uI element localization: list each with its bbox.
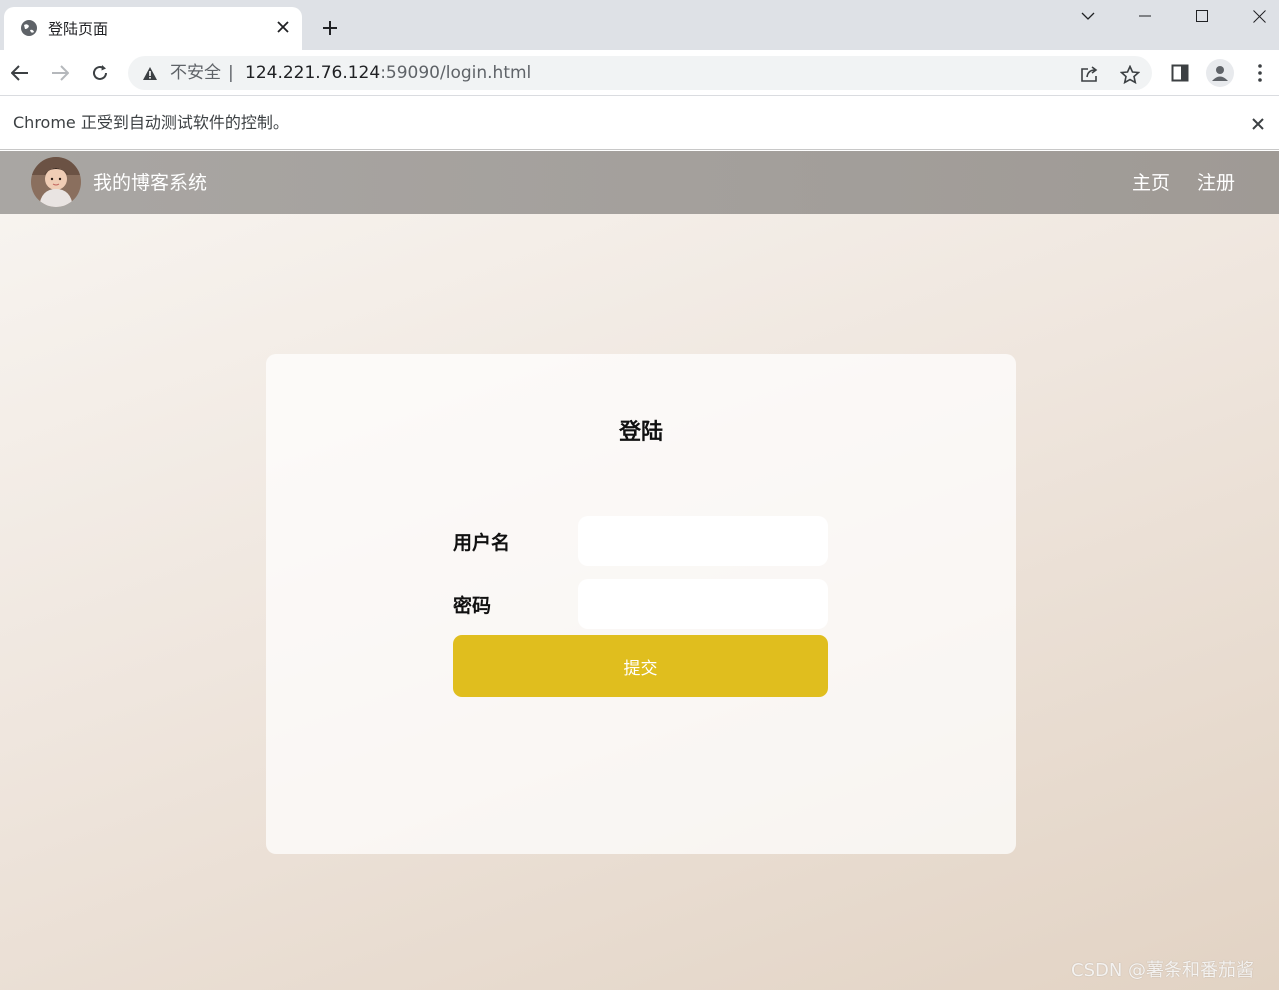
login-heading: 登陆 bbox=[618, 420, 663, 445]
browser-tab[interactable]: 登陆页面 bbox=[4, 7, 302, 50]
security-separator: | bbox=[228, 63, 234, 83]
password-label: 密码 bbox=[453, 595, 492, 617]
login-card: 登陆 用户名 密码 提交 bbox=[266, 354, 1016, 854]
submit-button[interactable]: 提交 bbox=[453, 635, 828, 697]
new-tab-button[interactable] bbox=[316, 14, 344, 42]
page-body: 我的博客系统 主页 注册 登陆 用户名 密码 提交 CSDN @薯条和番茄酱 bbox=[0, 151, 1279, 990]
nav-link-register[interactable]: 注册 bbox=[1197, 170, 1235, 196]
site-logo-avatar bbox=[31, 157, 81, 207]
forward-button[interactable] bbox=[45, 58, 75, 88]
side-panel-icon[interactable] bbox=[1165, 58, 1195, 88]
share-icon[interactable] bbox=[1078, 62, 1102, 86]
warning-icon bbox=[143, 67, 157, 80]
address-bar[interactable]: 不安全 | 124.221.76.124:59090/login.html bbox=[128, 56, 1152, 90]
close-tab-icon[interactable] bbox=[272, 16, 294, 38]
back-button[interactable] bbox=[5, 58, 35, 88]
site-title: 我的博客系统 bbox=[93, 172, 208, 194]
password-input[interactable] bbox=[578, 579, 828, 629]
reload-button[interactable] bbox=[85, 58, 115, 88]
infobar-close-icon[interactable] bbox=[1246, 112, 1270, 136]
browser-toolbar: 不安全 | 124.221.76.124:59090/login.html bbox=[0, 50, 1279, 96]
username-input[interactable] bbox=[578, 516, 828, 566]
url-path: :59090/login.html bbox=[380, 63, 532, 83]
nav-link-home[interactable]: 主页 bbox=[1132, 170, 1170, 196]
tab-title: 登陆页面 bbox=[48, 20, 109, 38]
profile-avatar-icon[interactable] bbox=[1206, 59, 1234, 87]
security-label[interactable]: 不安全 bbox=[170, 62, 221, 84]
minimize-button[interactable] bbox=[1117, 0, 1173, 32]
close-window-button[interactable] bbox=[1231, 0, 1279, 32]
globe-icon bbox=[21, 20, 37, 36]
infobar-message: Chrome 正受到自动测试软件的控制。 bbox=[13, 113, 289, 132]
site-navbar: 我的博客系统 主页 注册 bbox=[0, 151, 1279, 214]
maximize-button[interactable] bbox=[1174, 0, 1230, 32]
url-text[interactable]: 124.221.76.124:59090/login.html bbox=[245, 62, 531, 84]
url-host: 124.221.76.124 bbox=[245, 63, 381, 83]
watermark-text: CSDN @薯条和番茄酱 bbox=[1071, 960, 1255, 981]
more-menu-icon[interactable] bbox=[1245, 58, 1275, 88]
automation-infobar: Chrome 正受到自动测试软件的控制。 bbox=[0, 97, 1279, 150]
username-label: 用户名 bbox=[453, 532, 511, 554]
tab-search-chevron-icon[interactable] bbox=[1060, 0, 1116, 32]
bookmark-star-icon[interactable] bbox=[1118, 62, 1142, 86]
tab-strip: 登陆页面 bbox=[0, 0, 1279, 50]
